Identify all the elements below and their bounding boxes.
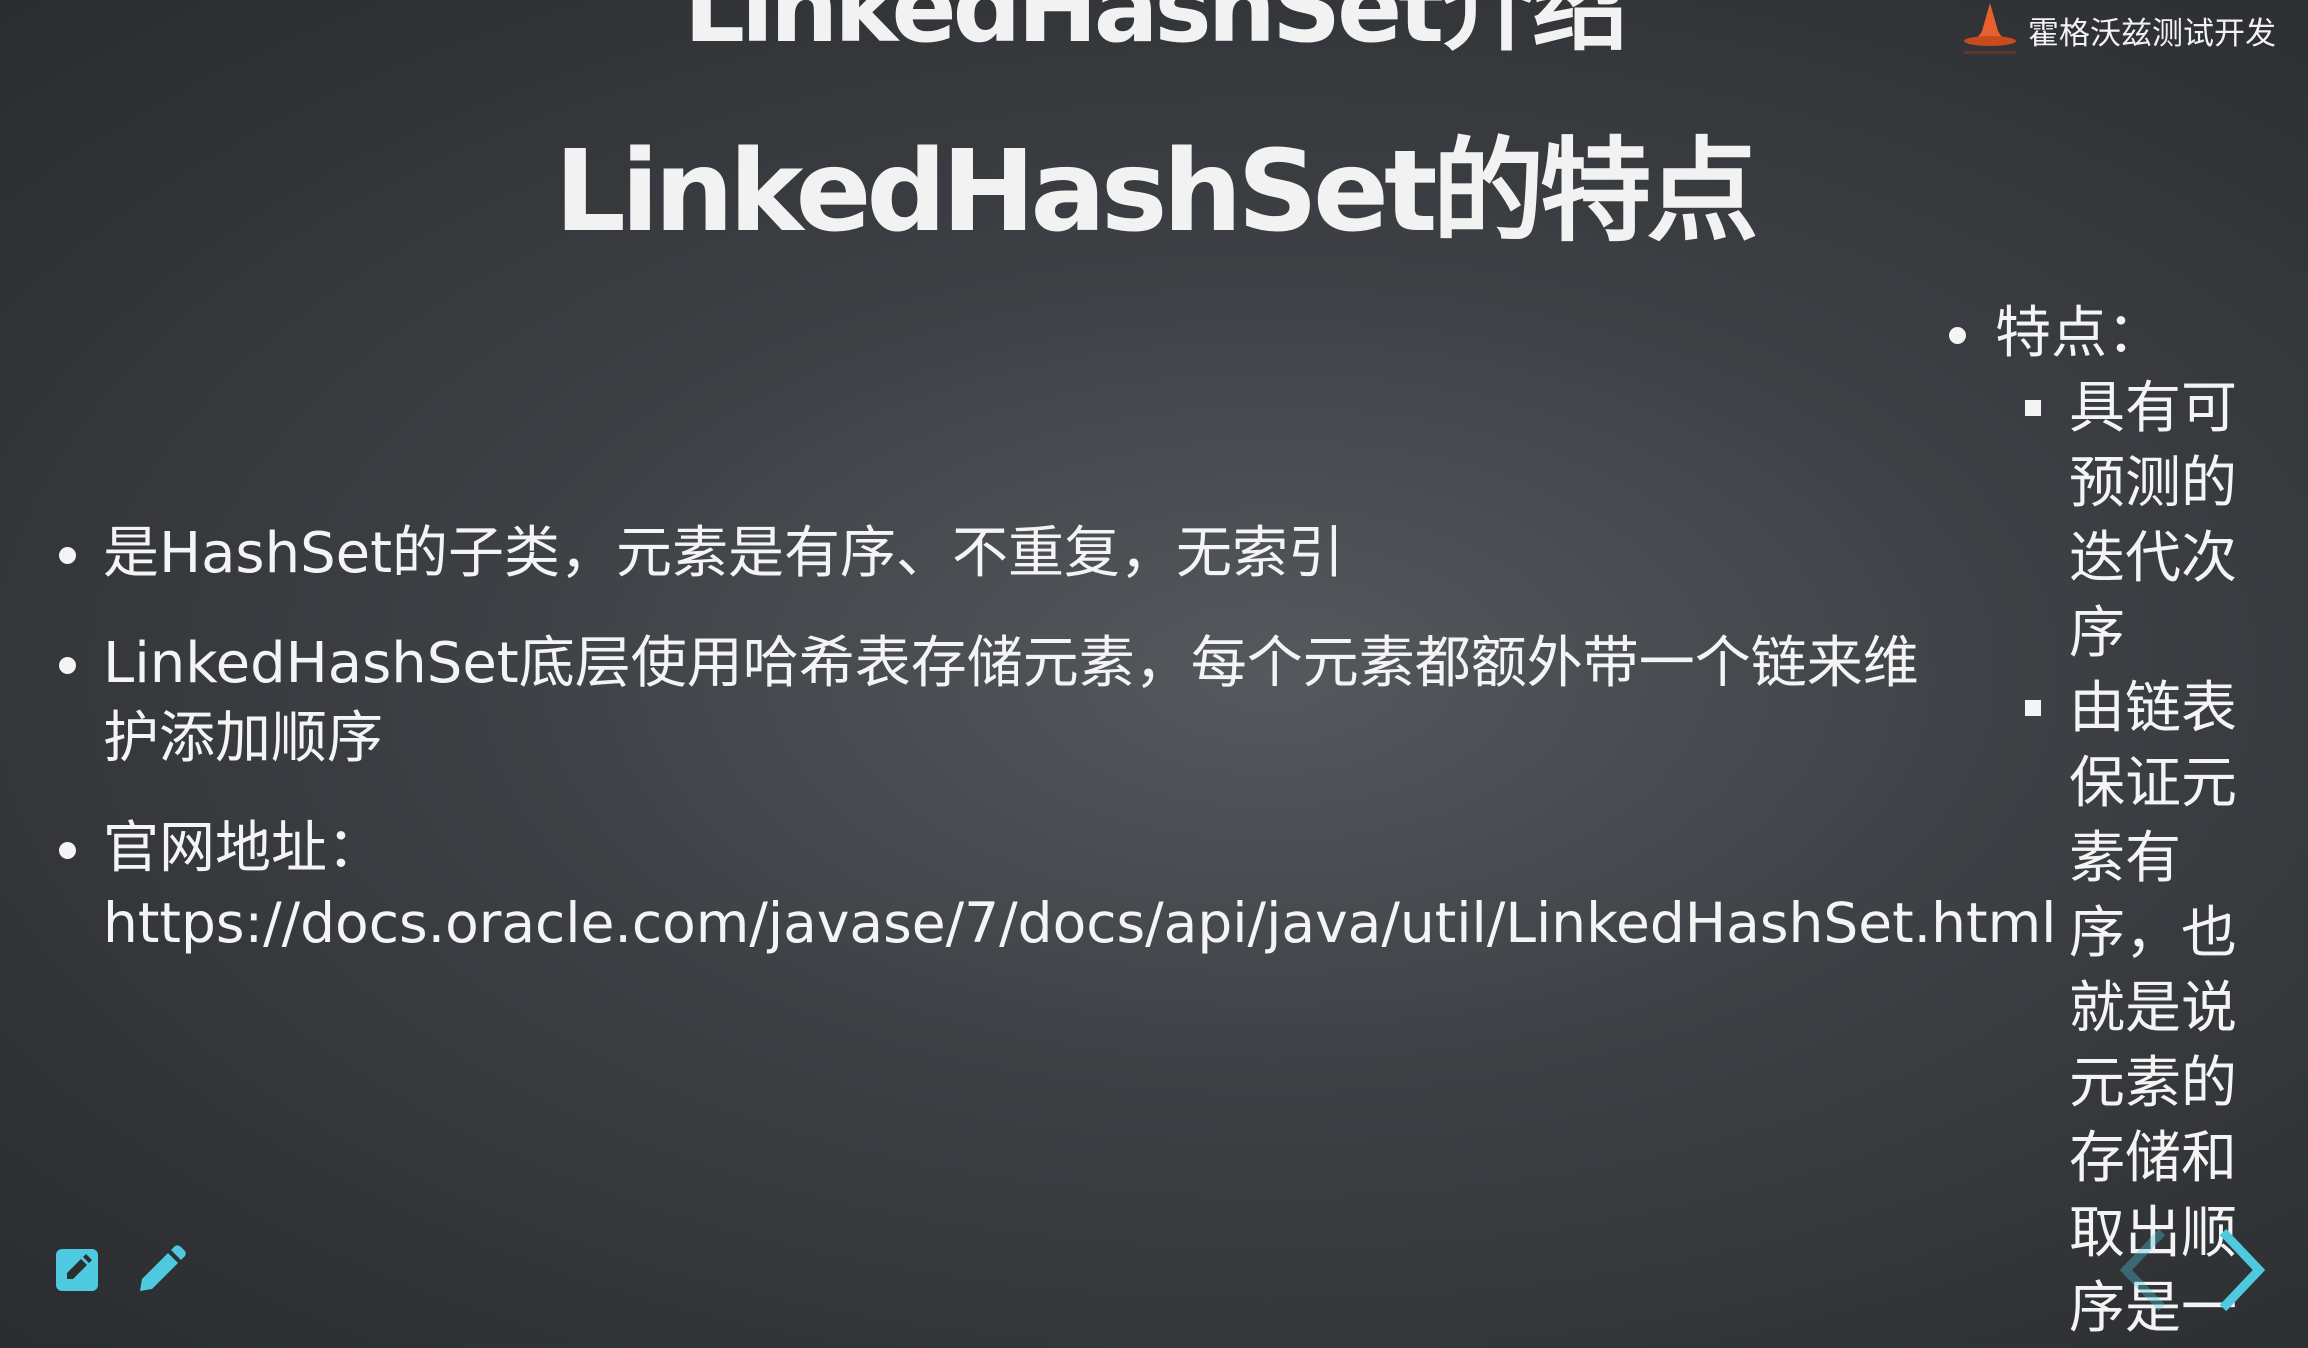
- bullet-square: [2025, 700, 2041, 716]
- list-item: 具有可预测的迭代次序: [1945, 371, 2249, 671]
- bullet-dot: [59, 842, 76, 859]
- wizard-hat-icon: [1960, 1, 2020, 59]
- list-item-text: LinkedHashSet底层使用哈希表存储元素，每个元素都额外带一个链来维护添…: [103, 631, 1919, 771]
- whiteboard-button[interactable]: [52, 1243, 106, 1297]
- whiteboard-icon: [56, 1249, 98, 1291]
- pencil-button[interactable]: [134, 1243, 188, 1297]
- bullet-dot: [59, 547, 76, 564]
- list-item: 由链表保证元素有序，也就是说元素的存储和取出顺序是一: [1945, 671, 2249, 1346]
- brand-name: 霍格沃兹测试开发: [2028, 15, 2276, 52]
- list-item: LinkedHashSet底层使用哈希表存储元素，每个元素都额外带一个链来维护添…: [55, 626, 1955, 776]
- list-item-label: 官网地址：: [103, 816, 383, 881]
- list-item: 官网地址： https://docs.oracle.com/javase/7/d…: [55, 811, 2056, 961]
- list-item-text: 是HashSet的子类，元素是有序、不重复，无索引: [103, 521, 1345, 586]
- chevron-right-icon: [2219, 1228, 2266, 1312]
- bullet-dot: [1949, 327, 1966, 344]
- features-sublist: 具有可预测的迭代次序 由链表保证元素有序，也就是说元素的存储和取出顺序是一: [1945, 371, 2285, 1346]
- list-item-text: 具有可预测的迭代次序: [2069, 376, 2237, 666]
- slide-title: LinkedHashSet的特点: [554, 127, 1759, 257]
- pencil-icon: [140, 1245, 186, 1291]
- brand-logo: 霍格沃兹测试开发: [1960, 0, 2276, 60]
- features-panel: 特点： 具有可预测的迭代次序 由链表保证元素有序，也就是说元素的存储和取出顺序是…: [1945, 296, 2285, 1346]
- list-item: 是HashSet的子类，元素是有序、不重复，无索引: [55, 516, 1955, 591]
- bullet-square: [2025, 400, 2041, 416]
- chevron-left-icon: [2119, 1228, 2166, 1312]
- next-slide-button[interactable]: [2205, 1220, 2275, 1320]
- prev-slide-button[interactable]: [2110, 1220, 2180, 1320]
- content-bullet-list: 是HashSet的子类，元素是有序、不重复，无索引 LinkedHashSet底…: [55, 516, 2056, 996]
- doc-url-link[interactable]: https://docs.oracle.com/javase/7/docs/ap…: [103, 886, 2056, 961]
- features-heading: 特点：: [1945, 296, 2285, 371]
- bullet-dot: [59, 657, 76, 674]
- features-heading-text: 特点：: [1995, 301, 2163, 366]
